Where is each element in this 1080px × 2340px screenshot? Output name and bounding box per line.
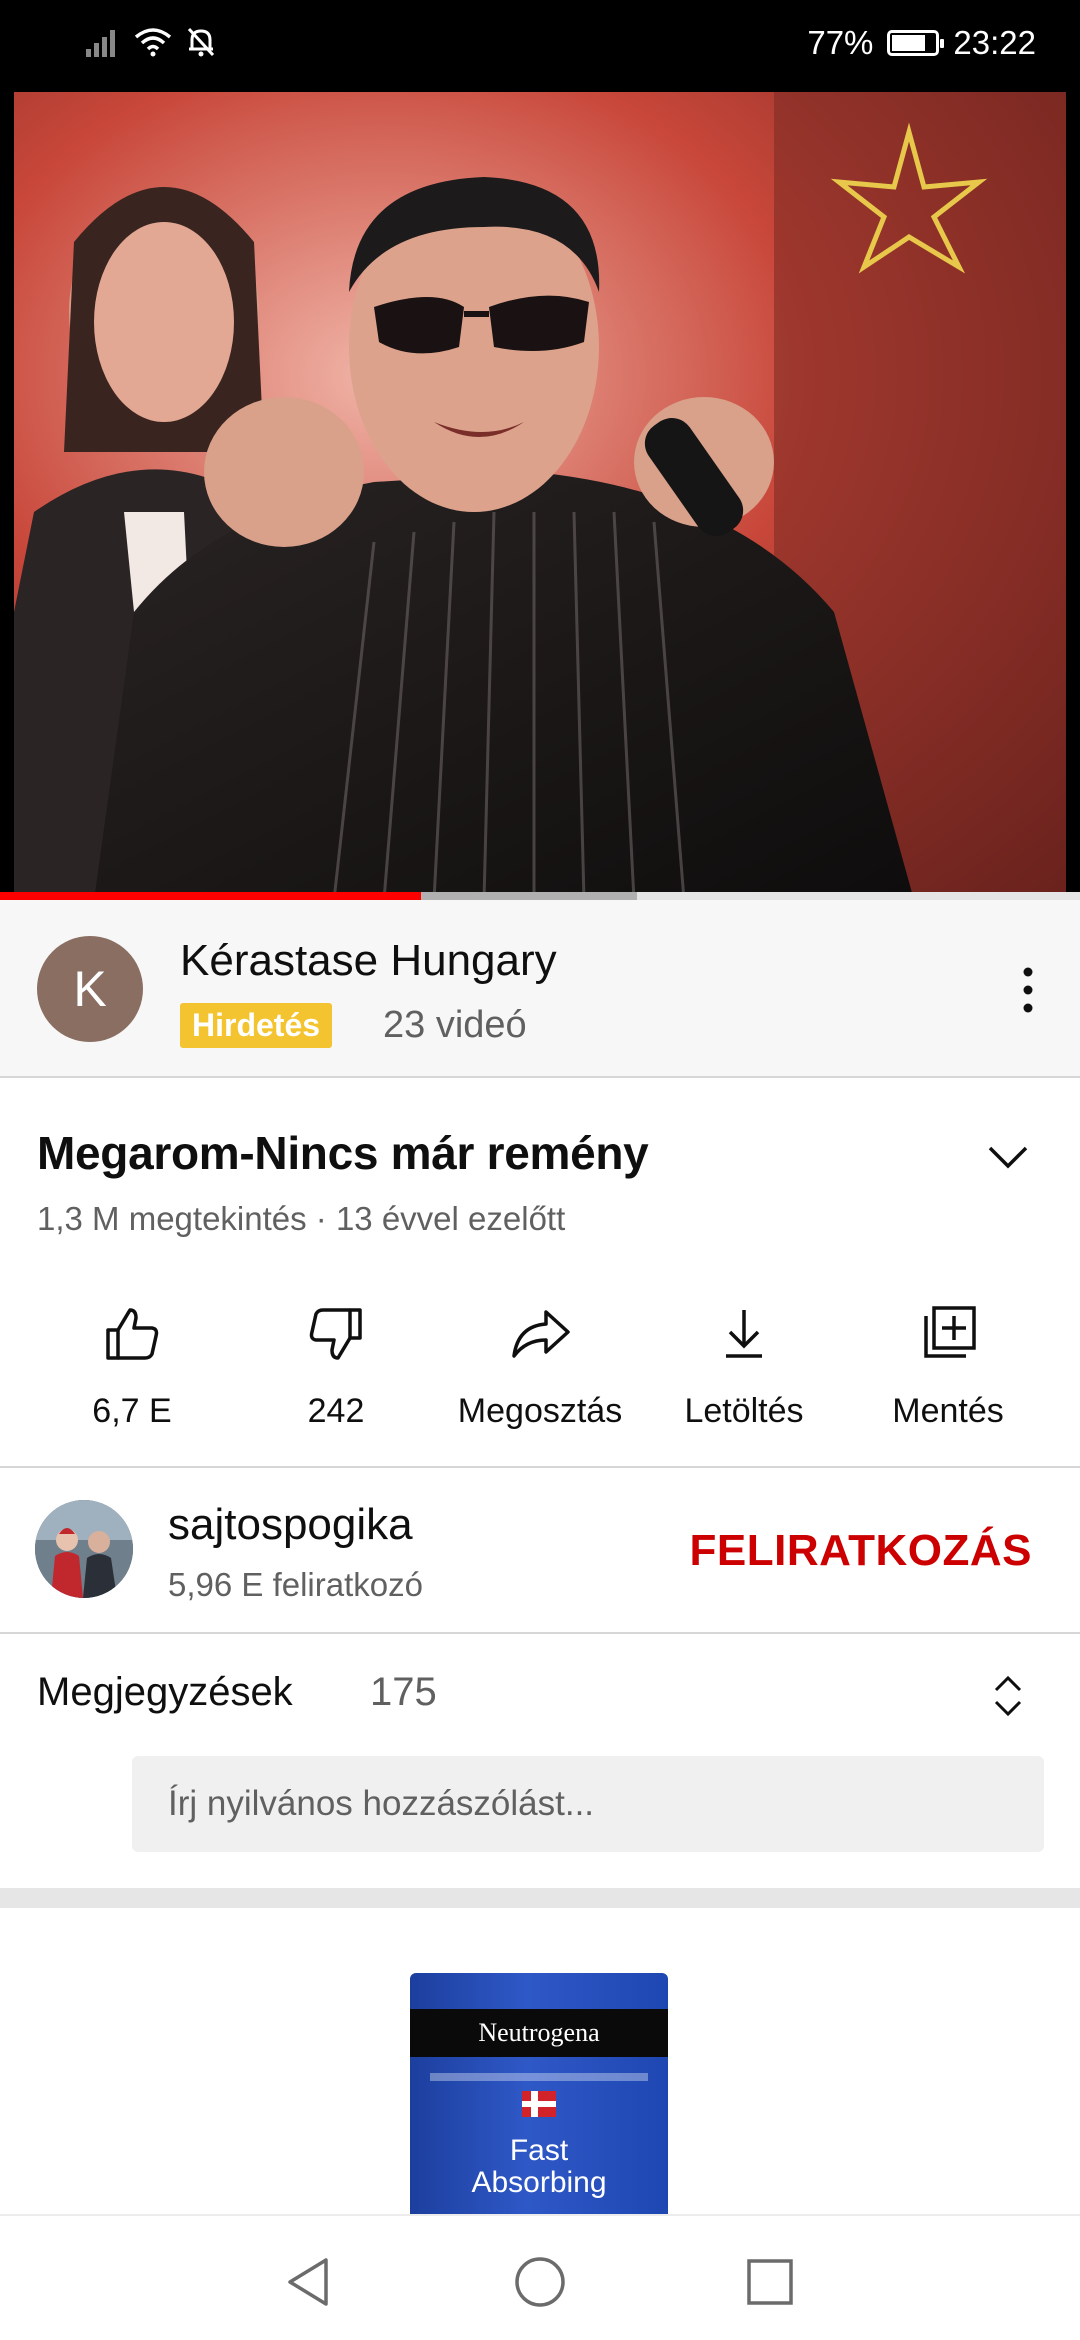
- share-label: Megosztás: [457, 1392, 623, 1430]
- notifications-off-icon: [187, 27, 215, 57]
- download-label: Letöltés: [684, 1392, 804, 1430]
- thumbs-up-icon: [106, 1308, 159, 1360]
- save-button[interactable]: Mentés: [848, 1302, 1048, 1431]
- product-text: Fast Absorbing: [410, 2135, 668, 2199]
- ad-video-count: 23 videó: [383, 1004, 527, 1046]
- norway-flag-icon: [522, 2091, 556, 2117]
- battery-level: [892, 35, 925, 51]
- comments-section[interactable]: Megjegyzések 175 Írj nyilvános hozzászól…: [0, 1636, 1080, 1888]
- status-bar: 77% 23:22: [0, 0, 1080, 92]
- back-icon[interactable]: [282, 2254, 338, 2310]
- share-icon: [512, 1310, 570, 1358]
- system-nav-bar: [0, 2214, 1080, 2340]
- download-button[interactable]: Letöltés: [644, 1302, 844, 1431]
- clock: 23:22: [953, 24, 1036, 61]
- comments-count: 175: [370, 1670, 437, 1714]
- status-icons-left: [86, 26, 216, 58]
- video-title-section[interactable]: Megarom-Nincs már remény 1,3 M megtekint…: [0, 1078, 1080, 1248]
- action-bar: 6,7 E 242 Megosztás Letöltés Mentés: [0, 1278, 1080, 1468]
- product-subtitle-bar: [430, 2073, 648, 2081]
- video-progress-bar[interactable]: [0, 892, 1080, 900]
- product-image[interactable]: Neutrogena Fast Absorbing: [410, 1973, 668, 2214]
- channel-name[interactable]: sajtospogika: [168, 1500, 413, 1550]
- cellular-signal-icon: [86, 30, 115, 57]
- subscriber-count: 5,96 E feliratkozó: [168, 1566, 423, 1603]
- ad-banner[interactable]: K Kérastase Hungary Hirdetés 23 videó: [0, 900, 1080, 1078]
- share-button[interactable]: Megosztás: [440, 1302, 640, 1431]
- download-icon: [726, 1310, 762, 1358]
- product-line-1: Fast: [509, 2134, 569, 2167]
- comment-input[interactable]: Írj nyilvános hozzászólást...: [132, 1756, 1044, 1852]
- video-player[interactable]: [0, 92, 1080, 900]
- battery-percent: 77%: [807, 24, 874, 61]
- home-icon[interactable]: [512, 2254, 568, 2310]
- battery-icon: [887, 30, 945, 56]
- wifi-icon: [134, 28, 172, 57]
- video-frame[interactable]: [14, 92, 1066, 900]
- ad-badge: Hirdetés: [180, 1003, 333, 1048]
- video-title[interactable]: Megarom-Nincs már remény: [37, 1126, 649, 1180]
- subscribe-button[interactable]: FELIRATKOZÁS: [690, 1526, 1033, 1576]
- like-count: 6,7 E: [92, 1392, 172, 1430]
- product-ad[interactable]: Neutrogena Fast Absorbing: [0, 1908, 1080, 2214]
- comments-title[interactable]: Megjegyzések: [37, 1670, 293, 1715]
- ad-title[interactable]: Kérastase Hungary: [180, 936, 557, 986]
- product-line-2: Absorbing: [471, 2166, 607, 2199]
- played-bar[interactable]: [0, 892, 422, 900]
- section-divider: [0, 1888, 1080, 1908]
- status-icons-right: 77% 23:22: [807, 24, 1036, 62]
- channel-avatar[interactable]: [35, 1500, 133, 1598]
- save-playlist-icon: [924, 1306, 976, 1358]
- recents-icon[interactable]: [742, 2254, 798, 2310]
- dislike-button[interactable]: 242: [236, 1302, 436, 1431]
- channel-section[interactable]: sajtospogika 5,96 E feliratkozó FELIRATK…: [0, 1470, 1080, 1634]
- save-label: Mentés: [892, 1392, 1004, 1430]
- dislike-count: 242: [307, 1392, 365, 1430]
- ad-avatar[interactable]: K: [37, 936, 143, 1042]
- like-button[interactable]: 6,7 E: [32, 1302, 232, 1431]
- more-vert-icon[interactable]: [1012, 956, 1052, 1026]
- product-brand: Neutrogena: [410, 2009, 668, 2057]
- chevron-down-icon[interactable]: [986, 1134, 1030, 1178]
- video-meta: 1,3 M megtekintés · 13 évvel ezelőtt: [37, 1200, 566, 1237]
- expand-collapse-icon[interactable]: [990, 1672, 1026, 1720]
- thumbs-down-icon: [309, 1308, 362, 1360]
